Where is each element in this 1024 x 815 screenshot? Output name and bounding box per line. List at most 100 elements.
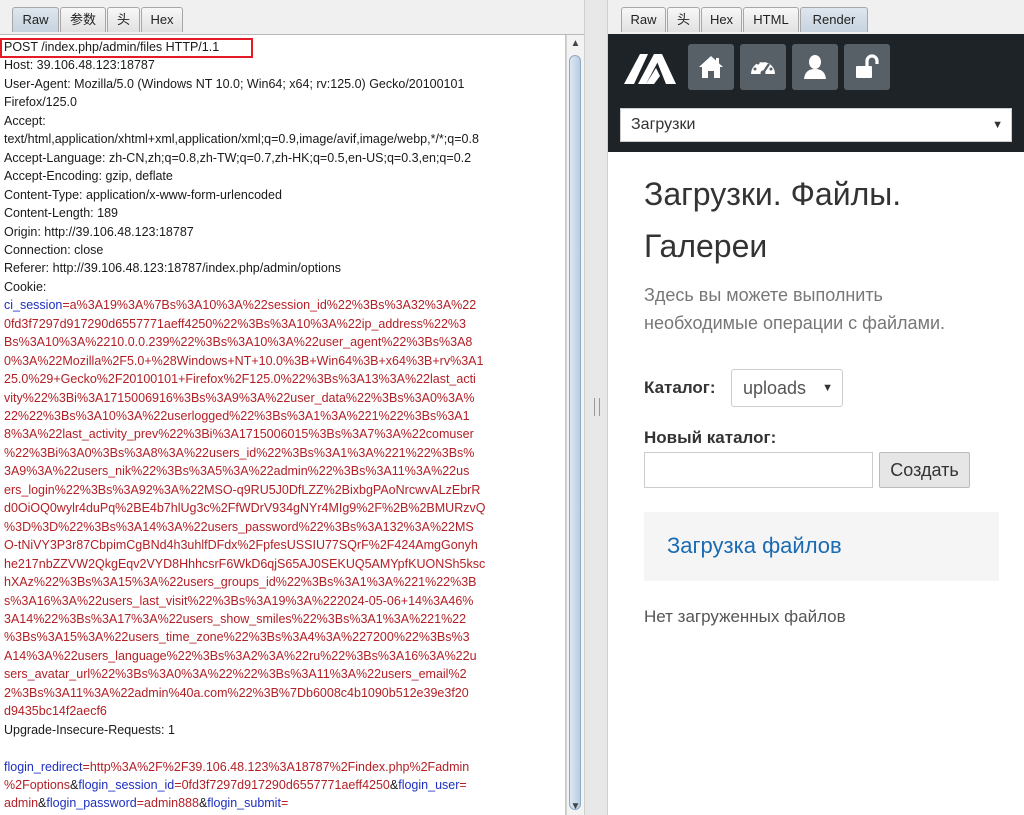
param-key: flogin_user xyxy=(398,778,460,792)
header-line: Accept-Language: zh-CN,zh;q=0.8,zh-TW;q=… xyxy=(4,150,472,165)
cookie-line: 0%3A%22Mozilla%2F5.0+%28Windows+NT+10.0%… xyxy=(4,353,484,368)
tab-headers-response[interactable]: 头 xyxy=(667,7,700,32)
request-line-highlight xyxy=(0,38,253,58)
param-value: =0fd3f7297d917290d6557771aeff4250 xyxy=(174,778,390,792)
response-tabbar: Raw 头 Hex HTML Render xyxy=(608,0,1024,34)
catalog-select[interactable]: uploads ▼ xyxy=(731,369,843,407)
response-pane: Raw 头 Hex HTML Render Загрузки ▼ Загрузк… xyxy=(608,0,1024,815)
scroll-up-icon[interactable]: ▲ xyxy=(567,35,584,52)
site-navbar: Загрузки ▼ xyxy=(608,34,1024,152)
section-select[interactable]: Загрузки ▼ xyxy=(620,108,1012,142)
cookie-line: d9435bc14f2aecf6 xyxy=(4,704,107,719)
tab-render[interactable]: Render xyxy=(800,7,868,32)
tab-raw-response[interactable]: Raw xyxy=(621,7,666,32)
page-lead: Здесь вы можете выполнить необходимые оп… xyxy=(644,281,1004,337)
chevron-down-icon: ▼ xyxy=(992,119,1003,131)
cookie-line: he217nbZZVW2QkgEqv2VYD8HhhcsrF6WkD6qjS65… xyxy=(4,556,486,571)
unlock-icon xyxy=(856,54,879,78)
header-line: Referer: http://39.106.48.123:18787/inde… xyxy=(4,261,342,276)
cookie-line: O-tNiVY3P3r87CbpimCgBNd4h3uhlfDFdx%2Fpfe… xyxy=(4,538,478,553)
cookie-line: hXAz%22%3Bs%3A15%3A%22users_groups_id%22… xyxy=(4,575,477,590)
request-editor[interactable]: POST /index.php/admin/files HTTP/1.1 Host… xyxy=(0,35,566,815)
divider-grip-icon[interactable] xyxy=(594,398,600,416)
user-icon xyxy=(804,55,826,79)
upgrade-header-line: Upgrade-Insecure-Requests: 1 xyxy=(4,722,175,737)
header-line: Connection: close xyxy=(4,242,104,257)
param-key: flogin_session_id xyxy=(78,778,175,792)
header-line: Firefox/125.0 xyxy=(4,95,77,110)
cookie-name: ci_session xyxy=(4,298,63,313)
header-line: Content-Type: application/x-www-form-url… xyxy=(4,187,282,202)
logo-icon[interactable] xyxy=(622,46,680,86)
cookie-line: vity%22%3Bi%3A1715006916%3Bs%3A9%3A%22us… xyxy=(4,390,475,405)
tab-hex-response[interactable]: Hex xyxy=(701,7,742,32)
dashboard-button[interactable] xyxy=(740,44,786,90)
cookie-line: 25.0%29+Gecko%2F20100101+Firefox%2F125.0… xyxy=(4,372,476,387)
cookie-line: 8%3A%22last_activity_prev%22%3Bi%3A17150… xyxy=(4,427,474,442)
catalog-label: Каталог: xyxy=(644,378,716,397)
param-value: = xyxy=(459,778,467,792)
page-lead-line1: Здесь вы можете выполнить xyxy=(644,285,883,305)
upload-panel: Загрузка файлов xyxy=(644,512,999,581)
request-pane: Raw 参数 头 Hex POST /index.php/admin/files… xyxy=(0,0,584,815)
cookie-first-line: ci_session=a%3A19%3A%7Bs%3A10%3A%22sessi… xyxy=(4,296,476,315)
cookie-line: ers_login%22%3Bs%3A92%3A%22MSO-q9RU5J0Df… xyxy=(4,482,481,497)
request-scrollbar[interactable]: ▲ ▼ xyxy=(566,35,584,815)
create-button[interactable]: Создать xyxy=(879,452,970,488)
home-button[interactable] xyxy=(688,44,734,90)
param-key: flogin_submit xyxy=(207,796,281,811)
header-line: text/html,application/xhtml+xml,applicat… xyxy=(4,132,479,147)
logout-button[interactable] xyxy=(844,44,890,90)
home-icon xyxy=(699,56,723,78)
param-separator: & xyxy=(389,778,399,792)
tab-hex[interactable]: Hex xyxy=(141,7,183,32)
section-select-value: Загрузки xyxy=(631,116,696,133)
param-value: = xyxy=(280,796,289,811)
cookie-line: 2%3Bs%3A11%3A%22admin%40a.com%22%3B%7Db6… xyxy=(4,685,469,700)
param-value: =http%3A%2F%2F39.106.48.123%3A18787%2Fin… xyxy=(82,759,470,774)
cookie-value: =a%3A19%3A%7Bs%3A10%3A%22session_id%22%3… xyxy=(62,298,477,313)
cookie-line: 0fd3f7297d917290d6557771aeff4250%22%3Bs%… xyxy=(4,316,466,331)
header-line: Cookie: xyxy=(4,279,47,294)
cookie-line: 3A9%3A%22users_nik%22%3Bs%3A5%3A%22admin… xyxy=(4,464,470,479)
cookie-line: %3D%3D%22%3Bs%3A14%3A%22users_password%2… xyxy=(4,519,474,534)
request-tabbar: Raw 参数 头 Hex xyxy=(0,0,584,35)
upload-panel-link[interactable]: Загрузка файлов xyxy=(667,533,842,559)
cookie-line: %22%3Bi%3A0%3Bs%3A8%3A%22users_id%22%3Bs… xyxy=(4,445,475,460)
user-button[interactable] xyxy=(792,44,838,90)
param-value: =admin888 xyxy=(136,796,199,811)
header-line: Origin: http://39.106.48.123:18787 xyxy=(4,224,194,239)
body-line: flogin_redirect=http%3A%2F%2F39.106.48.1… xyxy=(4,758,469,777)
header-line: Content-Length: 189 xyxy=(4,206,118,221)
page-title-line2: Галереи xyxy=(644,228,768,264)
cookie-line: A14%3A%22users_language%22%3Bs%3A2%3A%22… xyxy=(4,648,477,663)
new-catalog-input[interactable] xyxy=(644,452,873,488)
header-line: Accept: xyxy=(4,113,46,128)
param-key: flogin_redirect xyxy=(4,759,83,774)
body-line: %2Foptions & flogin_session_id=0fd3f7297d9… xyxy=(4,776,467,795)
no-files-text: Нет загруженных файлов xyxy=(644,607,846,626)
page-title: Загрузки. Файлы. Галереи xyxy=(644,168,1014,272)
cookie-line: s%3A16%3A%22users_last_visit%22%3Bs%3A19… xyxy=(4,593,474,608)
cookie-line: Bs%3A10%3A%2210.0.0.239%22%3Bs%3A10%3A%2… xyxy=(4,335,473,350)
cookie-line: 22%22%3Bs%3A10%3A%22userlogged%22%3Bs%3A… xyxy=(4,409,470,423)
cookie-line: 3A14%22%3Bs%3A17%3A%22users_show_smiles%… xyxy=(4,611,467,626)
chevron-down-icon: ▼ xyxy=(822,382,833,394)
cookie-line: %3Bs%3A15%3A%22users_time_zone%22%3Bs%3A… xyxy=(4,630,470,645)
split-divider[interactable] xyxy=(584,0,608,815)
catalog-select-value: uploads xyxy=(743,378,807,398)
page-lead-line2: необходимые операции с файлами. xyxy=(644,313,945,333)
header-line: User-Agent: Mozilla/5.0 (Windows NT 10.0… xyxy=(4,76,465,91)
tab-headers[interactable]: 头 xyxy=(107,7,140,32)
tab-raw[interactable]: Raw xyxy=(12,7,59,32)
new-catalog-label: Новый каталог: xyxy=(644,428,777,447)
tab-html[interactable]: HTML xyxy=(743,7,799,32)
page-title-line1: Загрузки. Файлы. xyxy=(644,176,902,212)
scroll-down-icon[interactable]: ▼ xyxy=(567,798,584,815)
scrollbar-thumb[interactable] xyxy=(569,55,581,810)
tab-params[interactable]: 参数 xyxy=(60,7,106,32)
cookie-line: d0OiOQ0wylr4duPq%2BE4b7hlUg3c%2FfWDrV934… xyxy=(4,501,486,516)
header-line: Host: 39.106.48.123:18787 xyxy=(4,58,155,73)
body-line: admin&flogin_password=admin888&flogin_su… xyxy=(4,794,288,813)
dashboard-icon xyxy=(751,59,775,76)
